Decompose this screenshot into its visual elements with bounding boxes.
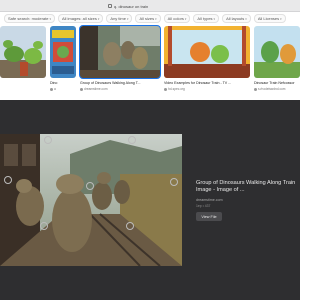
chevron-down-icon: ▾ bbox=[97, 16, 100, 21]
address-text: q. dinosaur on train bbox=[114, 3, 149, 9]
thumbnail-caption: Video Examples for Dinosaur Train - TV .… bbox=[164, 81, 232, 85]
watermark-icon bbox=[128, 136, 136, 144]
chevron-down-icon: ▾ bbox=[184, 16, 187, 21]
thumbnail-caption: Group of Dinosaurs Walking Along T... bbox=[80, 81, 141, 85]
watermark-icon bbox=[170, 178, 178, 186]
watermark-icon bbox=[86, 182, 94, 190]
preview-site[interactable]: dreamstime.com bbox=[196, 198, 223, 202]
filter-license[interactable]: All Licenses ▾ bbox=[253, 14, 286, 23]
result-thumbnail[interactable] bbox=[50, 26, 76, 78]
preview-title[interactable]: Group of Dinosaurs Walking Along Train I… bbox=[196, 180, 300, 194]
thumbnail-source-text: s.rhodeiswdnd.com bbox=[258, 87, 286, 91]
site-favicon-icon bbox=[164, 87, 167, 91]
filter-label: All Licenses bbox=[257, 16, 280, 21]
filter-type[interactable]: All types ▾ bbox=[193, 14, 220, 23]
filter-image-type[interactable]: All images: all sizes ▾ bbox=[57, 14, 104, 23]
site-favicon-icon bbox=[80, 87, 83, 91]
thumbnail-source: a bbox=[50, 87, 78, 91]
site-favicon-icon bbox=[254, 87, 257, 91]
filter-time[interactable]: Any time ▾ bbox=[106, 14, 133, 23]
filter-bar: Safe search: moderate ▾ All images: all s… bbox=[0, 13, 300, 24]
watermark-icon bbox=[44, 136, 52, 144]
filter-layout[interactable]: All layouts ▾ bbox=[222, 14, 251, 23]
filter-safe-search[interactable]: Safe search: moderate ▾ bbox=[4, 14, 55, 23]
filter-label: Safe search: moderate bbox=[8, 16, 49, 21]
image-results-strip: Dino a Group of Dinosaurs Walking Along … bbox=[0, 25, 300, 96]
image-preview-panel: Group of Dinosaurs Walking Along Train I… bbox=[0, 100, 300, 300]
thumbnail-source-text: a bbox=[54, 87, 56, 91]
view-file-button[interactable]: View File bbox=[196, 212, 222, 221]
chevron-down-icon: ▾ bbox=[280, 16, 282, 21]
filter-label: All images: all sizes bbox=[61, 16, 97, 21]
result-thumbnail[interactable] bbox=[254, 26, 300, 78]
thumbnail-source: hd-spec.org bbox=[164, 87, 250, 91]
watermark-icon bbox=[126, 222, 134, 230]
preview-meta: 1ep • 437 bbox=[196, 204, 211, 208]
filter-label: All layouts bbox=[226, 16, 245, 21]
site-favicon-icon bbox=[50, 87, 53, 91]
address-bar[interactable]: q. dinosaur on train bbox=[108, 2, 148, 10]
filter-color[interactable]: All colors ▾ bbox=[163, 14, 191, 23]
filter-label: Any time bbox=[110, 16, 126, 21]
chevron-down-icon: ▾ bbox=[49, 16, 51, 21]
filter-label: All sizes bbox=[139, 16, 155, 21]
watermark-icon bbox=[40, 222, 48, 230]
filter-size[interactable]: All sizes ▾ bbox=[135, 14, 161, 23]
result-thumbnail[interactable] bbox=[164, 26, 250, 78]
chevron-down-icon: ▾ bbox=[126, 16, 129, 21]
filter-label: All types bbox=[197, 16, 213, 21]
watermark-icon bbox=[4, 176, 12, 184]
preview-image[interactable] bbox=[0, 134, 182, 266]
thumbnail-source-text: dreamstime.com bbox=[84, 87, 108, 91]
search-icon bbox=[108, 4, 112, 8]
thumbnail-source-text: hd-spec.org bbox=[168, 87, 185, 91]
result-thumbnail[interactable] bbox=[0, 26, 46, 78]
chevron-down-icon: ▾ bbox=[155, 16, 157, 21]
chevron-down-icon: ▾ bbox=[245, 16, 247, 21]
chevron-down-icon: ▾ bbox=[213, 16, 216, 21]
thumbnail-source: s.rhodeiswdnd.com bbox=[254, 87, 300, 91]
thumbnail-caption: Dinosaur Train Nefcossor bbox=[254, 81, 295, 85]
thumbnail-source: dreamstime.com bbox=[80, 87, 160, 91]
result-thumbnail-selected[interactable] bbox=[79, 25, 161, 79]
filter-label: All colors bbox=[167, 16, 184, 21]
browser-bar: q. dinosaur on train bbox=[0, 0, 300, 12]
thumbnail-caption: Dino bbox=[50, 81, 58, 85]
